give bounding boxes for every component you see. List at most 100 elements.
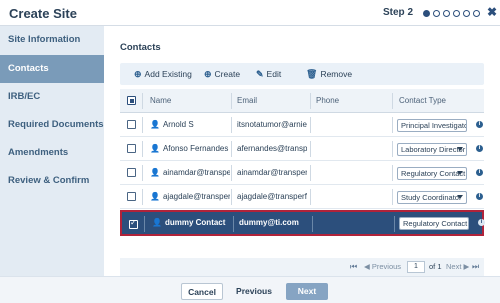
contact-name-cell: 👤ajagdale@transperfect.com (150, 185, 230, 209)
table-pager: ⏮ ◀ Previous 1 of 1 Next ▶ ⏭ (120, 258, 484, 276)
table-row[interactable]: 👤ajagdale@transperfect.com ajagdale@tran… (120, 185, 484, 209)
step-dot-3 (443, 10, 450, 17)
trash-icon: 🗑 (306, 69, 318, 79)
contact-type-select[interactable]: Principal Investigator (397, 119, 467, 132)
add-existing-label: Add Existing (144, 69, 192, 79)
column-header-name[interactable]: Name (150, 89, 230, 113)
plus-circle-icon: ⊕ (204, 69, 212, 79)
sidebar-item-irb-ec[interactable]: IRB/EC (0, 83, 104, 111)
person-icon: 👤 (150, 168, 160, 177)
contact-phone (316, 161, 386, 185)
contact-type-value: Regulatory Contact (401, 169, 466, 178)
contact-phone (316, 185, 386, 209)
contact-phone (316, 137, 386, 161)
contact-name-cell: 👤 Arnold S (150, 113, 230, 137)
sidebar-item-review-confirm[interactable]: Review & Confirm (0, 167, 104, 195)
contact-name: ainamdar@transperfect.com (162, 168, 230, 177)
sidebar-item-contacts[interactable]: Contacts (0, 55, 104, 83)
contact-name: Afonso Fernandes (162, 144, 229, 153)
table-row[interactable]: 👤Afonso Fernandes afernandes@transperfec… (120, 137, 484, 161)
edit-button[interactable]: ✎ Edit (256, 63, 281, 85)
dialog-header: Create Site Step 2 ✖ (0, 0, 500, 26)
last-page-icon[interactable]: ⏭ (472, 258, 479, 276)
sidebar-item-amendments[interactable]: Amendments (0, 139, 104, 167)
column-header-contact-type[interactable]: Contact Type (399, 89, 479, 113)
contact-type-select[interactable]: Regulatory Contact (399, 217, 469, 230)
info-icon[interactable]: i (476, 145, 483, 152)
create-button[interactable]: ⊕ Create (204, 63, 240, 85)
sidebar-item-required-documents[interactable]: Required Documents (0, 111, 104, 139)
contact-type-value: Regulatory Contact (403, 219, 468, 228)
contact-email: ajagdale@transperfect.com (237, 192, 307, 201)
remove-label: Remove (320, 69, 353, 79)
previous-button[interactable]: Previous (233, 283, 275, 300)
page-number-input[interactable]: 1 (407, 261, 425, 273)
pencil-icon: ✎ (256, 69, 264, 79)
wizard-sidebar: Site Information Contacts IRB/EC Require… (0, 26, 104, 276)
contact-phone (316, 113, 386, 137)
main-panel: Contacts ⊕ Add Existing ⊕ Create ✎ Edit 🗑 Re… (104, 26, 500, 276)
step-dot-4 (453, 10, 460, 17)
column-header-phone[interactable]: Phone (316, 89, 386, 113)
step-dot-5 (463, 10, 470, 17)
step-dot-1 (423, 10, 430, 17)
contact-type-select[interactable]: Regulatory Contact (397, 167, 467, 180)
next-button[interactable]: Next (286, 283, 328, 300)
contact-name: Arnold S (162, 120, 194, 129)
chevron-down-icon (457, 171, 463, 175)
previous-page-button[interactable]: ◀ Previous (364, 258, 401, 276)
cancel-button[interactable]: Cancel (181, 283, 223, 300)
row-checkbox[interactable] (127, 192, 136, 201)
table-row[interactable]: 👤ainamdar@transperfect.com ainamdar@tran… (120, 161, 484, 185)
person-icon: 👤 (150, 192, 160, 201)
section-title: Contacts (120, 42, 161, 53)
contact-name-cell: 👤 Afonso Fernandes (150, 137, 230, 161)
contact-email: dummy@ti.com (239, 218, 299, 227)
first-page-icon[interactable]: ⏮ (350, 258, 357, 276)
contact-email: itsnotatumor@arnie.com (237, 120, 307, 129)
edit-label: Edit (266, 69, 282, 79)
table-row[interactable]: 👤Arnold S itsnotatumor@arnie.com Princip… (120, 113, 484, 137)
select-all-checkbox[interactable] (127, 96, 136, 105)
contact-phone (318, 212, 388, 234)
chevron-down-icon (457, 147, 463, 151)
previous-page-label: Previous (371, 262, 402, 271)
remove-button[interactable]: 🗑 Remove (306, 63, 352, 85)
step-dot-2 (433, 10, 440, 17)
sidebar-item-site-information[interactable]: Site Information (0, 26, 104, 54)
next-page-label: Next (446, 262, 462, 271)
info-icon[interactable]: i (478, 219, 485, 226)
column-header-email[interactable]: Email (237, 89, 307, 113)
table-row-selected[interactable]: 👤dummy Contact dummy@ti.com Regulatory C… (120, 210, 485, 236)
contact-email: ainamdar@transperfect.com (237, 168, 307, 177)
row-checkbox[interactable] (129, 218, 138, 229)
step-indicator-label: Step 2 (383, 7, 414, 18)
contact-type-select[interactable]: Laboratory Director (397, 143, 467, 156)
next-page-button[interactable]: Next ▶ (446, 258, 469, 276)
dialog-title: Create Site (9, 6, 77, 21)
contact-name: dummy Contact (164, 218, 226, 227)
contact-email: afernandes@transperfect.com (237, 144, 307, 153)
row-checkbox[interactable] (127, 144, 136, 153)
create-label: Create (214, 69, 241, 79)
step-progress-dots (423, 10, 480, 17)
contact-type-value: Laboratory Director (401, 145, 466, 154)
step-dot-6 (473, 10, 480, 17)
chevron-down-icon (457, 195, 463, 199)
contact-type-select[interactable]: Study Coordinator (397, 191, 467, 204)
contact-name-cell: 👤ainamdar@transperfect.com (150, 161, 230, 185)
info-icon[interactable]: i (476, 121, 483, 128)
add-existing-button[interactable]: ⊕ Add Existing (134, 63, 192, 85)
contact-type-value: Study Coordinator (401, 193, 462, 202)
dialog-footer: Cancel Previous Next (0, 276, 500, 303)
table-header-row: Name Email Phone Contact Type (120, 89, 484, 113)
close-icon[interactable]: ✖ (487, 5, 497, 19)
info-icon[interactable]: i (476, 193, 483, 200)
row-checkbox[interactable] (127, 168, 136, 177)
person-icon: 👤 (150, 144, 160, 153)
contact-type-value: Principal Investigator (401, 121, 467, 130)
person-icon: 👤 (152, 218, 162, 227)
contact-name-cell: 👤 dummy Contact (152, 212, 232, 234)
info-icon[interactable]: i (476, 169, 483, 176)
row-checkbox[interactable] (127, 120, 136, 129)
